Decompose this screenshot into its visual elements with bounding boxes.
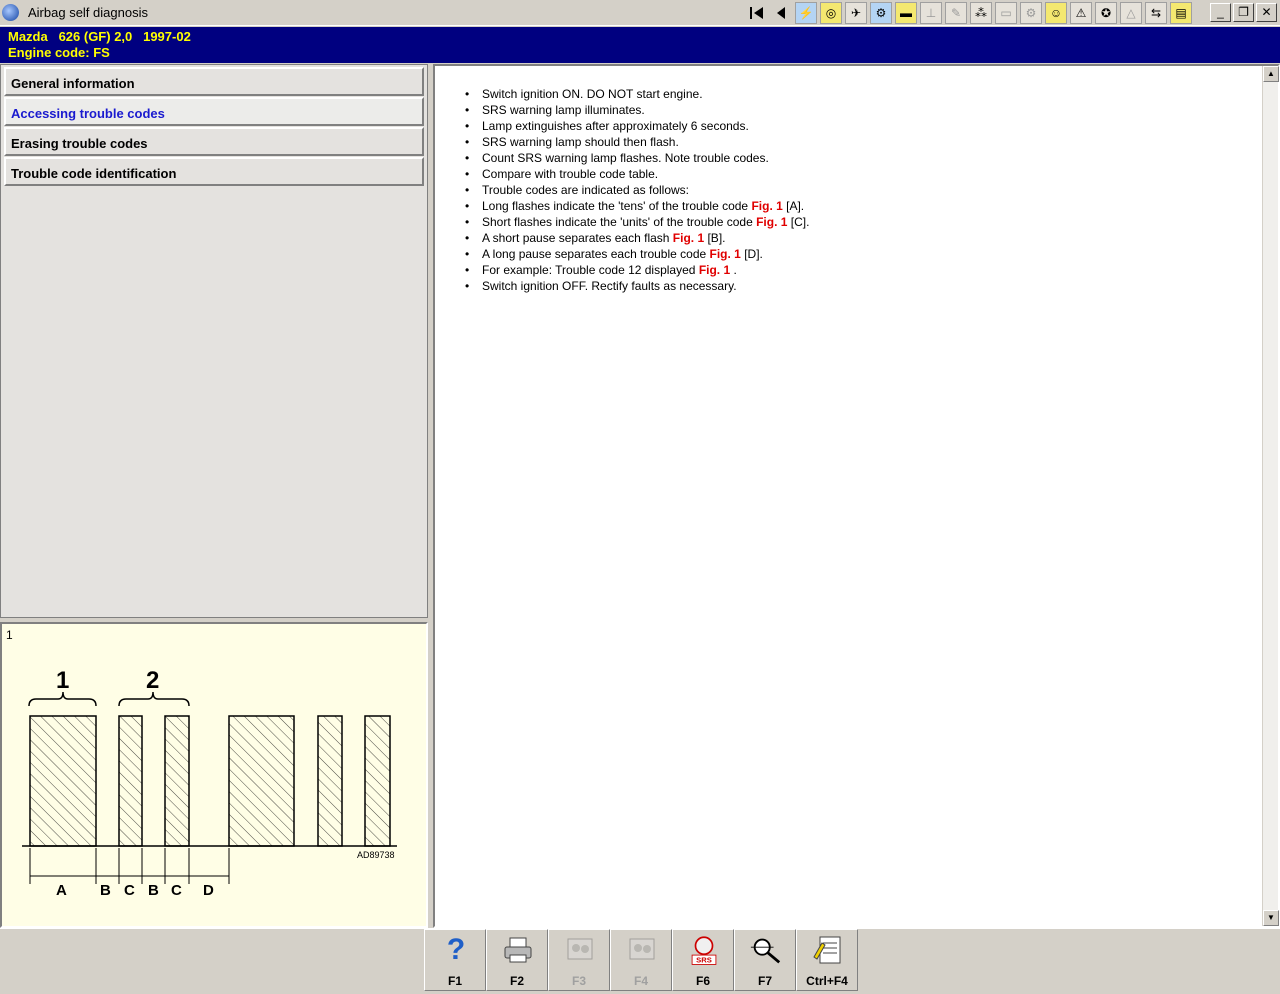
instruction-step: Lamp extinguishes after approximately 6 … [465,118,1255,134]
fkey-label: F1 [447,974,462,988]
menu-item-trouble-code-identification[interactable]: Trouble code identification [4,157,424,186]
vehicle-model: Mazda 626 (GF) 2,0 1997-02 [8,29,191,44]
figure-link[interactable]: Fig. 1 [751,199,782,213]
interval-label-c: C [171,882,182,899]
figure-link[interactable]: Fig. 1 [710,247,741,261]
title-bar: Airbag self diagnosis ⚡ ◎ ✈ ⚙ ▬ ⊥ ✎ ⁂ ▭ ⚙ ☺ ⚠ ✪ △ ⇆ ▤ _… [0,0,1280,26]
settings-icon[interactable]: ✪ [1095,2,1117,24]
instruction-step: Switch ignition ON. DO NOT start engine. [465,86,1255,102]
vehicle-header: Mazda 626 (GF) 2,0 1997-02 Engine code: … [0,27,1280,63]
restore-button[interactable]: ❐ [1233,3,1254,22]
lubricant-icon[interactable]: ✎ [945,2,967,24]
fkey-label: F6 [695,974,710,988]
short-flash-bar [317,715,343,847]
instructions-pane: Switch ignition ON. DO NOT start engine.… [433,64,1280,928]
instruction-step: Compare with trouble code table. [465,166,1255,182]
notes-icon[interactable]: ▤ [1170,2,1192,24]
app-icon [2,4,19,21]
figure-panel: 1 1 2 AD89738 A B C B C D [0,622,428,928]
interval-label-c: C [124,882,135,899]
instruction-step: A short pause separates each flash Fig. … [465,230,1255,246]
scroll-down-icon[interactable]: ▼ [1263,910,1279,926]
magnifier-icon [749,934,783,966]
minimize-button[interactable]: _ [1210,3,1231,22]
fkey-f2-button[interactable]: F2 [486,929,548,991]
figure-number: 1 [6,628,13,642]
engine-icon[interactable]: ⚙ [1020,2,1042,24]
fkey-label: F2 [509,974,524,988]
print-icon [501,934,535,966]
window-title: Airbag self diagnosis [28,5,148,20]
diagram-icon[interactable]: ⚡ [795,2,817,24]
instruction-step: For example: Trouble code 12 displayed F… [465,262,1255,278]
fuse-icon[interactable]: ▬ [895,2,917,24]
fkey-f4-button: F4 [610,929,672,991]
svg-text:SRS: SRS [696,956,712,965]
function-key-bar: ? F1 F2 F3 F4 SRS F6 F7 Ctrl+F4 [0,928,1280,994]
scroll-up-icon[interactable]: ▲ [1263,66,1279,82]
fkey-f3-button: F3 [548,929,610,991]
interval-label-a: A [56,882,67,899]
instruction-list: Switch ignition ON. DO NOT start engine.… [465,86,1255,294]
fkey-label: Ctrl+F4 [806,974,848,988]
menu-item-general-information[interactable]: General information [4,67,424,96]
fkey-label: F7 [757,974,772,988]
document-icon[interactable]: ▭ [995,2,1017,24]
instruction-step: SRS warning lamp illuminates. [465,102,1255,118]
engine-code: Engine code: FS [8,45,110,60]
instruction-step: Count SRS warning lamp flashes. Note tro… [465,150,1255,166]
brace-short-flashes [118,691,190,707]
instruction-step: SRS warning lamp should then flash. [465,134,1255,150]
previous-figure-icon [563,934,597,966]
interval-label-b: B [148,882,159,899]
fkey-label: F3 [571,974,586,988]
fkey-f7-button[interactable]: F7 [734,929,796,991]
fkey-ctrl-f4-button[interactable]: Ctrl+F4 [796,929,858,991]
brace-long-flash [28,691,97,707]
help-icon: ? [446,933,466,966]
instruction-step: Short flashes indicate the 'units' of th… [465,214,1255,230]
next-figure-icon [625,934,659,966]
interval-label-d: D [203,882,214,899]
instruction-step: Switch ignition OFF. Rectify faults as n… [465,278,1255,294]
nav-first-icon[interactable] [746,3,768,23]
interval-label-b: B [100,882,111,899]
short-flash-bar [364,715,391,847]
transfer-icon[interactable]: ⇆ [1145,2,1167,24]
long-flash-bar [228,715,295,847]
short-flash-bar [118,715,143,847]
srs-airbag-icon: SRS [687,934,721,966]
fkey-f1-button[interactable]: ? F1 [424,929,486,991]
figure-link[interactable]: Fig. 1 [673,231,704,245]
fkey-label: F4 [633,974,648,988]
timing-icon[interactable]: ⁂ [970,2,992,24]
topic-menu: General information Accessing trouble co… [0,64,428,618]
figure-link[interactable]: Fig. 1 [756,215,787,229]
fkey-f6-button[interactable]: SRS F6 [672,929,734,991]
figure-reference: AD89738 [357,850,395,860]
figure-link[interactable]: Fig. 1 [699,263,730,277]
instruction-step: A long pause separates each trouble code… [465,246,1255,262]
tools-icon[interactable]: ✈ [845,2,867,24]
wiring-icon[interactable]: ⚙ [870,2,892,24]
vertical-scrollbar[interactable]: ▲ ▼ [1262,66,1279,926]
menu-item-erasing-trouble-codes[interactable]: Erasing trouble codes [4,127,424,156]
instruction-step: Trouble codes are indicated as follows: [465,182,1255,198]
nav-back-icon[interactable] [771,3,791,23]
instruction-step: Long flashes indicate the 'tens' of the … [465,198,1255,214]
caution-icon[interactable]: △ [1120,2,1142,24]
short-flash-bar [164,715,190,847]
notepad-icon [811,934,845,966]
component-icon[interactable]: ◎ [820,2,842,24]
group-label-2: 2 [146,667,159,694]
close-button[interactable]: ✕ [1256,3,1277,22]
adjust-icon[interactable]: ⊥ [920,2,942,24]
warning-icon[interactable]: ⚠ [1070,2,1092,24]
group-label-1: 1 [56,667,69,694]
long-flash-bar [29,715,97,847]
menu-item-accessing-trouble-codes[interactable]: Accessing trouble codes [4,97,424,126]
flash-code-diagram: 1 2 AD89738 A B C B C D [22,667,397,899]
service-icon[interactable]: ☺ [1045,2,1067,24]
